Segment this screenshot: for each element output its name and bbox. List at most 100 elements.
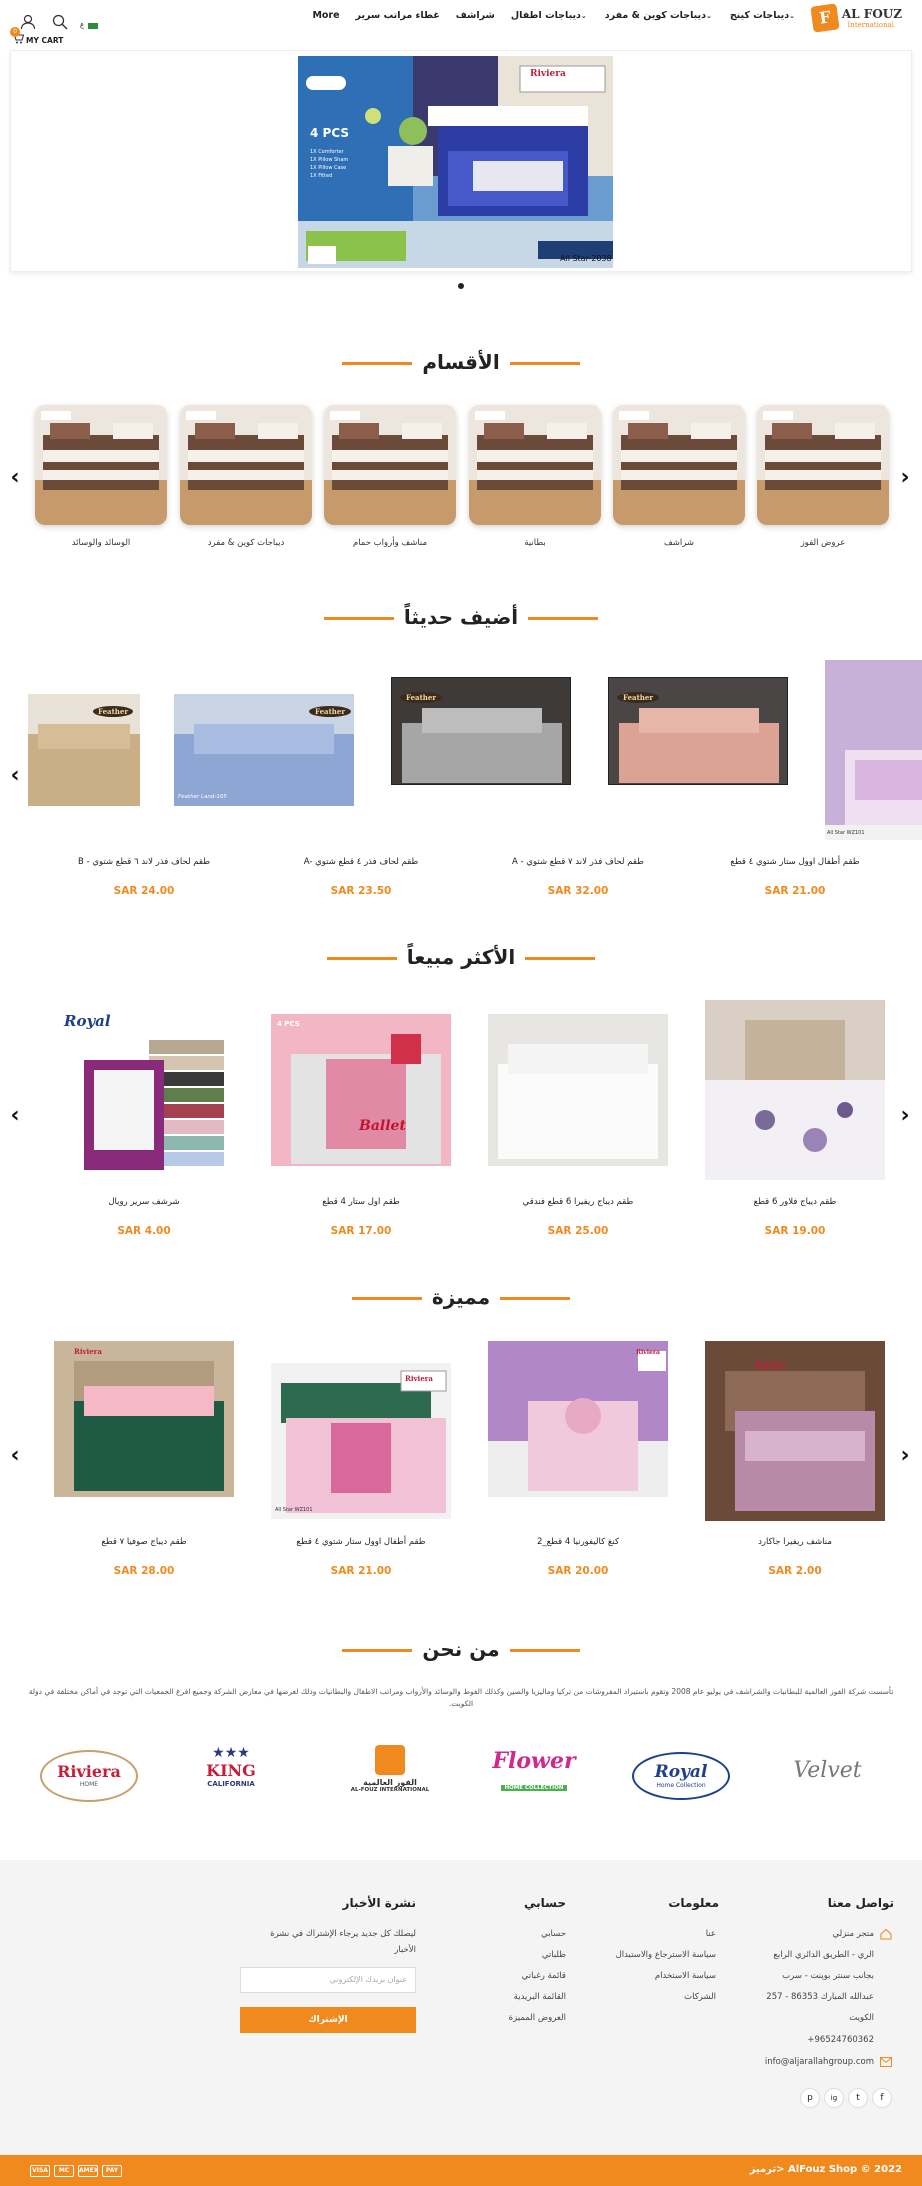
- hero-spec-line: 1X Comforter: [310, 149, 344, 155]
- new-products-title: أضيف حديثاً: [0, 605, 922, 629]
- product-name[interactable]: طقم ديباج صوفيا ٧ قطع: [44, 1537, 244, 1547]
- product-name[interactable]: طقم اول ستار 4 قطع: [261, 1197, 461, 1207]
- site-logo[interactable]: F AL FOUZ International: [810, 3, 902, 33]
- footer-link-mailing[interactable]: القائمة البريدية: [514, 1992, 566, 2002]
- twitter-icon[interactable]: t: [848, 2088, 868, 2108]
- product-image[interactable]: Royal: [54, 1000, 234, 1180]
- product-price: SAR 19.00: [764, 1225, 826, 1237]
- nav-label: ديباجات كينج: [729, 10, 790, 21]
- logo-mark: F: [810, 3, 840, 33]
- contact-email[interactable]: info@aljarallahgroup.com: [765, 2057, 874, 2067]
- category-card[interactable]: [757, 405, 889, 525]
- brand-logo-velvet[interactable]: Velvet: [780, 1758, 875, 1798]
- product-illustration: [488, 1341, 668, 1497]
- pinterest-icon[interactable]: p: [800, 2088, 820, 2108]
- category-card[interactable]: [180, 405, 312, 525]
- category-label[interactable]: عروض الفوز: [757, 538, 889, 548]
- brand-logo-royal[interactable]: Royal Home Collection: [632, 1752, 730, 1800]
- chevron-down-icon: ⌄: [789, 12, 795, 20]
- nav-item-queen[interactable]: ديباجات كوين & مفرد⌄: [605, 10, 714, 21]
- product-image[interactable]: [705, 1000, 885, 1180]
- best-sellers-next-arrow[interactable]: ›: [895, 1104, 915, 1128]
- product-brand-badge: Royal: [64, 1012, 111, 1030]
- product-image[interactable]: All Star WZ101: [825, 660, 922, 840]
- product-name[interactable]: A - طقم لحاف فذر لاند ٧ قطع شتوي: [478, 857, 678, 867]
- nav-item-mattress[interactable]: غطاء مراتب سرير: [356, 10, 440, 21]
- product-name[interactable]: طقم أطفال اوول ستار شتوي ٤ قطع: [695, 857, 895, 867]
- product-name[interactable]: A- طقم لحاف فذر ٤ قطع شتوي: [261, 857, 461, 867]
- product-price: SAR 28.00: [113, 1565, 175, 1577]
- footer-link-wishlist[interactable]: قائمة رغباتي: [522, 1971, 566, 1981]
- product-image[interactable]: Feather: [28, 694, 140, 806]
- footer-link-returns[interactable]: سياسة الاسترجاع والاستبدال: [616, 1950, 716, 1960]
- product-image[interactable]: Riviera: [488, 1341, 668, 1497]
- footer-link-companies[interactable]: الشركات: [684, 1992, 716, 2002]
- category-card[interactable]: [469, 405, 601, 525]
- nav-label: ديباجات اطفال: [510, 10, 581, 21]
- product-name[interactable]: شرشف سرير رويال: [44, 1197, 244, 1207]
- category-label[interactable]: بطانية: [469, 538, 601, 548]
- product-image[interactable]: Riviera All Star WZ101: [271, 1363, 451, 1519]
- product-name[interactable]: مناشف ريفيرا جاكارد: [695, 1537, 895, 1547]
- product-image[interactable]: KING: [705, 1341, 885, 1521]
- product-illustration: [705, 1000, 885, 1180]
- brand-logo-alfouz[interactable]: الفوز العالمية AL-FOUZ INTERNATIONAL: [340, 1745, 440, 1807]
- category-label[interactable]: شراشف: [613, 538, 745, 548]
- new-products-prev-arrow[interactable]: ‹: [5, 764, 25, 788]
- brand-logo-riviera[interactable]: Riviera HOME: [40, 1750, 138, 1802]
- categories-prev-arrow[interactable]: ‹: [5, 466, 25, 490]
- category-card[interactable]: [613, 405, 745, 525]
- user-icon[interactable]: [20, 14, 36, 30]
- product-name[interactable]: B - طقم لحاف فذر لاند ٦ قطع شتوي: [44, 857, 244, 867]
- nav-item-sheets[interactable]: شراشف: [456, 10, 495, 21]
- footer-link-about[interactable]: عنا: [706, 1929, 716, 1939]
- cart-label[interactable]: MY CART: [26, 36, 63, 45]
- product-image[interactable]: [488, 1014, 668, 1166]
- facebook-icon[interactable]: f: [872, 2088, 892, 2108]
- nav-item-king[interactable]: ديباجات كينج⌄: [730, 10, 797, 21]
- logo-subtext: International: [847, 21, 894, 29]
- hero-banner-image[interactable]: Riviera 4 PCS 1X Comforter 1X Pillow Sha…: [298, 56, 613, 268]
- nav-item-kids[interactable]: ديباجات اطفال⌄: [511, 10, 589, 21]
- instagram-icon[interactable]: ig: [824, 2088, 844, 2108]
- brand-logo-flower[interactable]: Flower HOME COLLECTION: [486, 1748, 582, 1804]
- category-label[interactable]: ديباجات كوين & مفرد: [180, 538, 312, 548]
- footer-link-orders[interactable]: طلباتي: [542, 1950, 566, 1960]
- product-name[interactable]: طقم ديباج فلاور 6 قطع: [695, 1197, 895, 1207]
- hero-specs: 1X Comforter 1X Pillow Sham 1X Pillow Ca…: [310, 148, 348, 180]
- nav-item-more[interactable]: More: [312, 10, 339, 21]
- product-name[interactable]: طقم ديباج ريفيرا 6 قطع فندقي: [478, 1197, 678, 1207]
- search-icon[interactable]: [52, 14, 68, 30]
- footer-link-offers[interactable]: العروض المميزة: [509, 2013, 566, 2023]
- category-label[interactable]: مناشف وأرواب حمام: [324, 538, 456, 548]
- section-title-text: من نحن: [422, 1637, 500, 1661]
- best-sellers-prev-arrow[interactable]: ‹: [5, 1104, 25, 1128]
- category-label[interactable]: الوسائد والوسائد: [35, 538, 167, 548]
- featured-next-arrow[interactable]: ›: [895, 1444, 915, 1468]
- footer-link-account[interactable]: حسابي: [541, 1929, 566, 1939]
- featured-prev-arrow[interactable]: ‹: [5, 1444, 25, 1468]
- product-name[interactable]: طقم أطفال اوول ستار شتوي ٤ قطع: [261, 1537, 461, 1547]
- newsletter-email-input[interactable]: عنوان بريدك الإلكتروني: [240, 1967, 416, 1993]
- section-title-text: أضيف حديثاً: [403, 605, 519, 629]
- category-card[interactable]: [35, 405, 167, 525]
- title-line: [326, 957, 397, 960]
- contact-phone[interactable]: +96524760362: [807, 2035, 874, 2045]
- product-image[interactable]: Feather: [608, 677, 788, 785]
- product-image[interactable]: Feather Feather Land-105: [174, 694, 354, 806]
- product-image[interactable]: Feather: [391, 677, 571, 785]
- category-card[interactable]: [324, 405, 456, 525]
- product-price: SAR 4.00: [117, 1225, 171, 1237]
- categories-next-arrow[interactable]: ›: [895, 466, 915, 490]
- product-image[interactable]: Riviera: [54, 1341, 234, 1497]
- brand-name: Riviera: [57, 1762, 121, 1781]
- footer-link-terms[interactable]: سياسة الاستخدام: [655, 1971, 716, 1981]
- brand-logo-king[interactable]: ★★★ KING CALIFORNIA: [195, 1745, 267, 1807]
- language-flag[interactable]: ع: [80, 21, 98, 33]
- footer-bottom-bar: ترميز> AlFouz Shop © 2022 VISA MC AMEX P…: [0, 2155, 922, 2186]
- applepay-icon: PAY: [102, 2165, 122, 2177]
- slider-dot-active[interactable]: [458, 283, 464, 289]
- product-image[interactable]: 4 PCS Ballet: [271, 1014, 451, 1166]
- subscribe-button[interactable]: الإشتراك: [240, 2007, 416, 2033]
- product-name[interactable]: كنغ كاليفورنيا 4 قطع_2: [478, 1537, 678, 1547]
